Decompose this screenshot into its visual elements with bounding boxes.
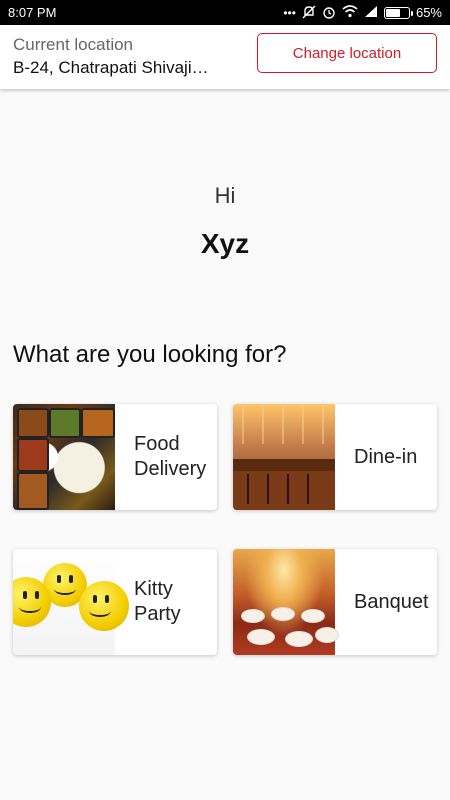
section-title: What are you looking for?: [13, 341, 287, 368]
alarm-icon: [322, 5, 336, 21]
status-time: 8:07 PM: [8, 5, 57, 20]
dine-in-photo: [233, 404, 335, 510]
food-delivery-photo: [13, 404, 115, 510]
option-card-banquet[interactable]: Banquet: [233, 549, 437, 655]
wifi-icon: [342, 5, 358, 20]
current-location-label: Current location: [13, 35, 134, 54]
status-bar: 8:07 PM ••• 65%: [0, 0, 450, 25]
banquet-photo: [233, 549, 339, 655]
current-location-value[interactable]: B-24, Chatrapati Shivaji…: [13, 58, 238, 78]
option-label-food-delivery: Food Delivery: [115, 404, 217, 510]
option-label-line1: Dine-in: [354, 445, 418, 468]
option-label-line2: Party: [134, 603, 181, 625]
greeting-hi: Hi: [214, 183, 236, 208]
option-card-kitty-party[interactable]: Kitty Party: [13, 549, 217, 655]
signal-icon: [364, 5, 378, 20]
battery-icon: [383, 6, 413, 19]
option-card-dine-in[interactable]: Dine-in: [233, 404, 437, 510]
location-header: Current location B-24, Chatrapati Shivaj…: [0, 25, 450, 89]
mute-icon: [302, 5, 316, 21]
more-dots-icon: •••: [283, 5, 296, 20]
kitty-party-photo: [13, 549, 129, 655]
option-label-dine-in: Dine-in: [335, 404, 437, 510]
status-icons: ••• 65%: [283, 5, 442, 21]
option-label-line1: Food: [134, 433, 180, 455]
option-label-line1: Banquet: [354, 590, 429, 613]
option-label-line2: Delivery: [134, 458, 207, 480]
option-label-line1: Kitty: [134, 578, 173, 600]
option-label-banquet: Banquet: [335, 549, 437, 655]
greeting-name: Xyz: [200, 228, 250, 259]
battery-fill: [385, 8, 400, 17]
change-location-button[interactable]: Change location: [257, 33, 437, 73]
option-label-kitty-party: Kitty Party: [115, 549, 217, 655]
battery-percent: 65%: [415, 5, 442, 20]
option-card-food-delivery[interactable]: Food Delivery: [13, 404, 217, 510]
